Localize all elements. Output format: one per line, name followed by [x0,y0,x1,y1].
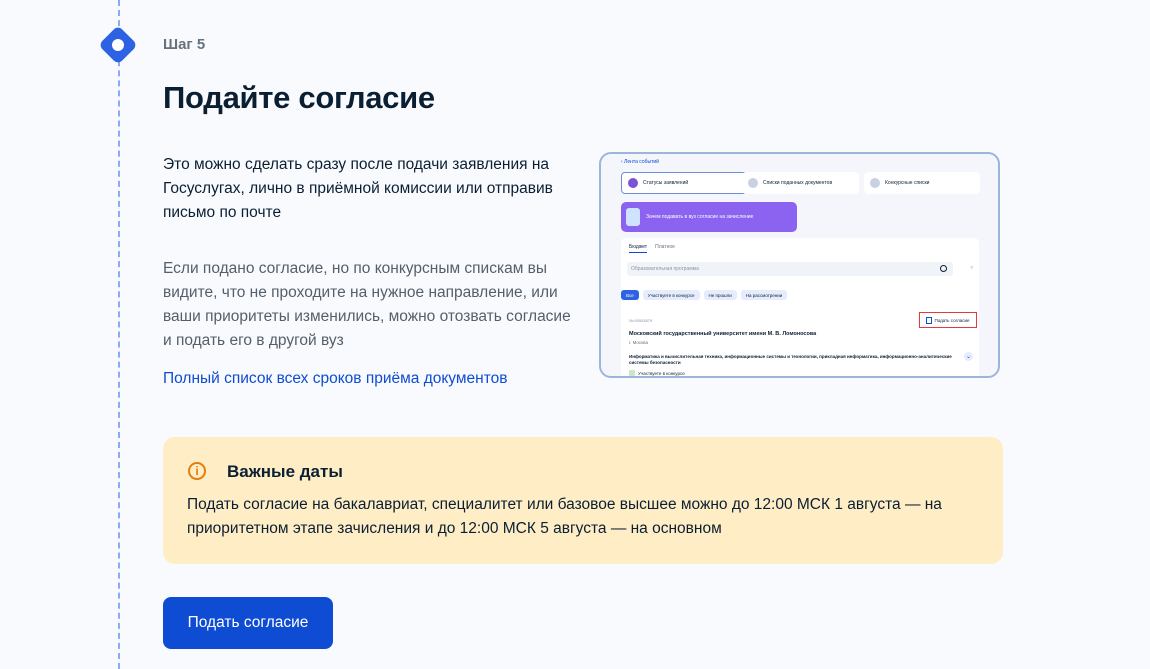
preview-status: Участвуете в конкурсе [629,370,685,376]
dates-text: Подать согласие на бакалавриат, специали… [187,496,942,537]
status-icon [629,370,635,376]
page-title: Подайте согласие [163,80,435,115]
preview-code: № 65553879 [629,318,653,323]
preview-status-label: Участвуете в конкурсе [638,370,685,376]
submit-consent-button[interactable]: Подать согласие [163,597,333,649]
preview-tile-documents: Списки поданных документов [742,172,859,194]
deadlines-link[interactable]: Полный список всех сроков приёма докумен… [163,370,508,388]
search-icon [940,265,947,272]
documents-icon [748,178,758,188]
lists-icon [870,178,880,188]
preview-banner-text: Зачем подавать в вуз согласие на зачисле… [646,214,754,220]
statuses-icon [628,178,638,188]
preview-chip: Участвуете в конкурсе [642,290,700,300]
preview-tile-label: Конкурсные списки [885,180,930,186]
preview-chip: На рассмотрении [740,290,788,300]
dates-title: Важные даты [227,462,343,481]
preview-apply-label: Подать согласие [934,317,970,323]
preview-back-link: ‹ Лента событий [621,159,659,165]
preview-apply-button: Подать согласие [919,312,977,328]
preview-university: Московский государственный университет и… [629,331,817,337]
important-dates-card: i Важные даты Подать согласие на бакалав… [163,437,1003,564]
preview-chip: Не прошли [703,290,737,300]
note-text: Если подано согласие, но по конкурсным с… [163,260,571,349]
preview-tile-statuses: Статусы заявлений [621,172,759,194]
document-icon [926,316,933,324]
preview-screenshot: ‹ Лента событий Статусы заявлений Списки… [599,152,1000,378]
preview-search-placeholder: Образовательная программа [631,266,699,272]
preview-tabs: Бюджет Платное [629,244,675,253]
preview-tab-paid: Платное [655,244,675,250]
mascot-icon [626,208,640,226]
preview-tile-label: Статусы заявлений [643,180,689,186]
info-icon: i [188,462,206,480]
step-marker-icon [98,25,138,65]
preview-tile-lists: Конкурсные списки [864,172,980,194]
timeline-line [118,0,120,669]
preview-chips: Все Участвуете в конкурсе Не прошли На р… [621,290,788,300]
preview-search: Образовательная программа [627,262,953,276]
step-label: Шаг 5 [163,36,206,53]
preview-city: г. Москва [629,340,648,345]
filter-icon: ▿ [970,265,973,271]
lead-text: Это можно сделать сразу после подачи зая… [163,156,553,221]
preview-panel: Бюджет Платное Образовательная программа… [621,238,979,376]
preview-tab-budget: Бюджет [629,244,648,253]
chevron-down-icon: ⌄ [964,352,973,361]
preview-chip: Все [621,290,639,300]
preview-program: Информатика и вычислительная техника, ин… [629,354,952,365]
preview-tile-label: Списки поданных документов [763,180,833,186]
preview-banner: Зачем подавать в вуз согласие на зачисле… [621,202,797,232]
